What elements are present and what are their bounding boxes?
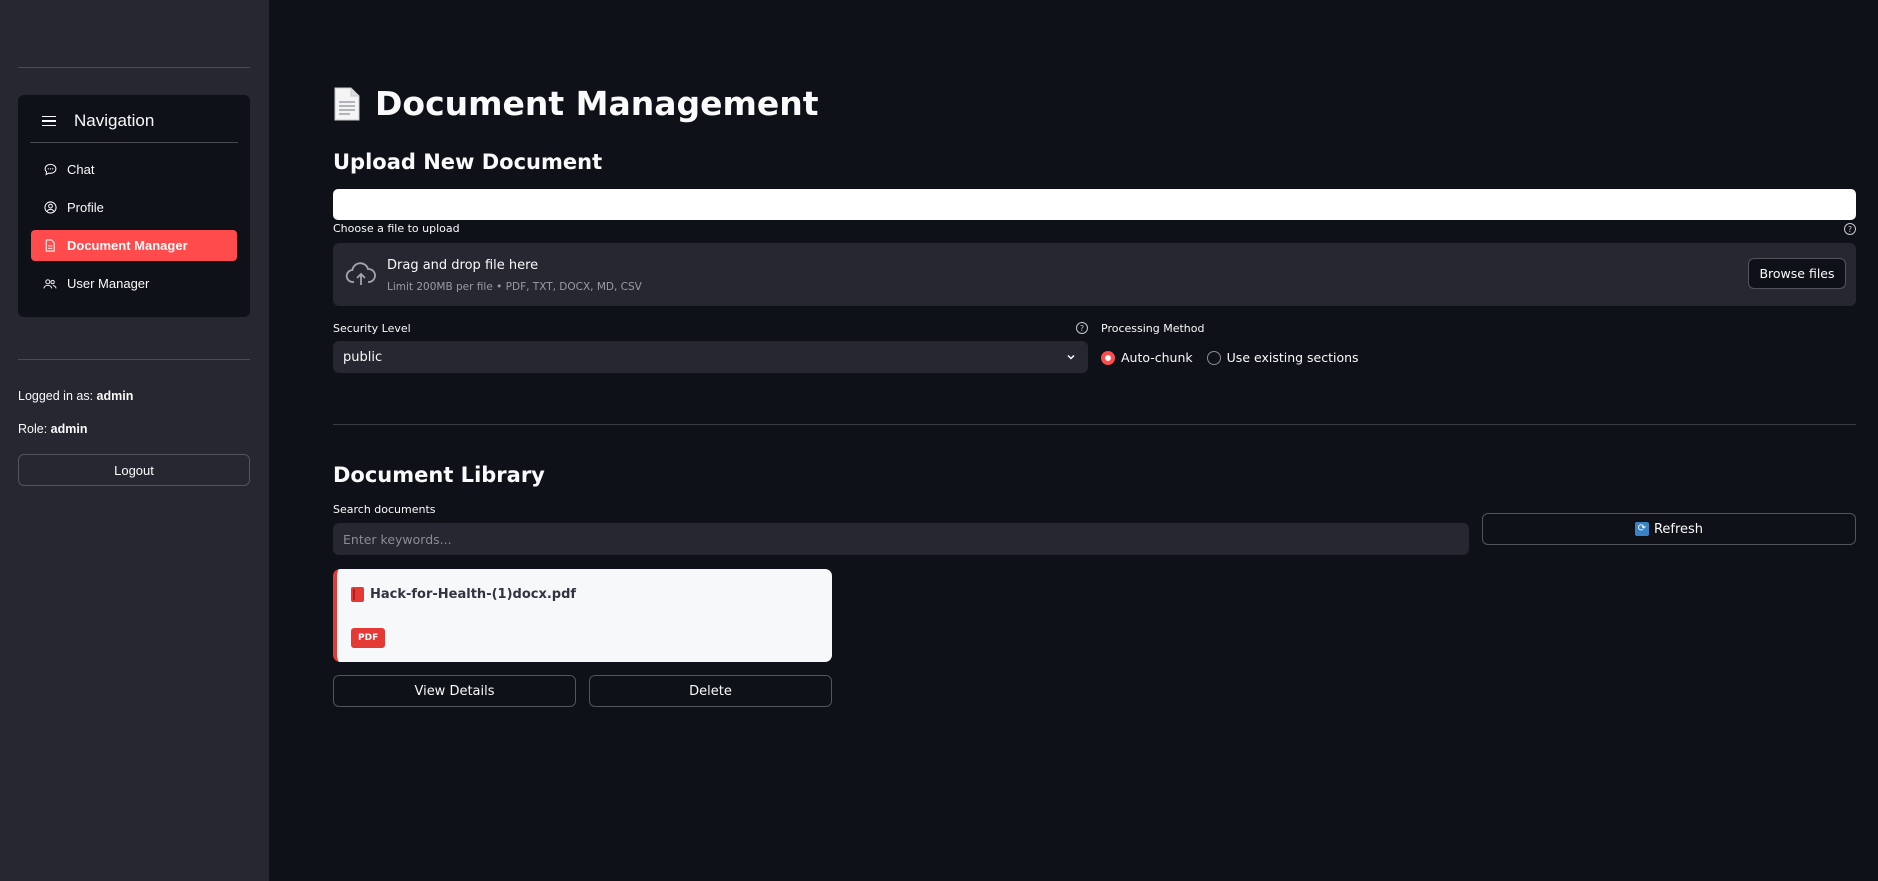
processing-method-radio-group: Auto-chunk Use existing sections: [1101, 350, 1359, 365]
upload-heading: Upload New Document: [333, 150, 603, 174]
logout-button[interactable]: Logout: [18, 454, 250, 486]
document-name: Hack-for-Health-(1)docx.pdf: [351, 587, 576, 602]
radio-use-existing-sections[interactable]: [1206, 350, 1221, 365]
role-info: Role: admin: [18, 422, 87, 436]
navigation-title: Navigation: [74, 111, 155, 130]
sidebar-item-label: Chat: [67, 162, 95, 177]
dropzone-title: Drag and drop file here: [387, 258, 539, 273]
sidebar: Navigation Chat Profile Document Manager: [0, 0, 269, 881]
main-content: Document Management Upload New Document …: [269, 0, 1878, 881]
refresh-label: Refresh: [1653, 521, 1704, 537]
security-level-select[interactable]: public: [333, 341, 1088, 373]
page-title-text: Document Management: [375, 84, 819, 123]
logged-in-info: Logged in as: admin: [18, 389, 133, 403]
sidebar-item-user-manager[interactable]: User Manager: [31, 268, 237, 299]
sidebar-divider-bottom: [18, 359, 250, 360]
chat-bubble-icon: [43, 163, 57, 177]
help-icon[interactable]: ?: [1844, 223, 1856, 235]
document-name-text: Hack-for-Health-(1)docx.pdf: [370, 587, 577, 602]
processing-method-label: Processing Method: [1101, 322, 1205, 335]
view-details-button[interactable]: View Details: [333, 675, 576, 707]
cloud-upload-icon: [345, 259, 377, 291]
refresh-icon: ⟳: [1634, 522, 1649, 536]
chevron-down-icon: [1066, 351, 1076, 361]
role-value: admin: [50, 422, 88, 436]
browse-files-button[interactable]: Browse files: [1748, 258, 1846, 289]
radio-label: Auto-chunk: [1121, 350, 1193, 365]
radio-auto-chunk[interactable]: [1101, 350, 1115, 365]
radio-label: Use existing sections: [1226, 350, 1359, 365]
logged-in-username: admin: [96, 389, 134, 403]
upload-banner-bar: [333, 189, 1856, 220]
sidebar-item-label: Profile: [67, 200, 104, 215]
security-level-label: Security Level: [333, 322, 411, 335]
library-heading: Document Library: [333, 463, 545, 487]
sidebar-item-document-manager[interactable]: Document Manager: [31, 230, 237, 261]
logged-in-prefix: Logged in as:: [18, 389, 94, 403]
file-upload-label: Choose a file to upload: [333, 222, 460, 235]
security-level-value: public: [343, 349, 383, 365]
page-title: Document Management: [333, 84, 819, 123]
sidebar-item-label: Document Manager: [67, 238, 188, 253]
document-card: Hack-for-Health-(1)docx.pdf PDF: [333, 569, 832, 662]
sidebar-divider-top: [18, 67, 250, 68]
user-circle-icon: [43, 201, 57, 215]
sidebar-item-profile[interactable]: Profile: [31, 192, 237, 223]
document-emoji-icon: [333, 86, 361, 122]
hamburger-icon[interactable]: [42, 115, 56, 127]
file-dropzone[interactable]: Drag and drop file here Limit 200MB per …: [333, 243, 1856, 306]
sidebar-item-label: User Manager: [67, 276, 150, 291]
navigation-divider: [30, 142, 238, 143]
red-book-icon: [351, 587, 364, 602]
help-icon[interactable]: ?: [1076, 322, 1088, 334]
file-type-badge: PDF: [351, 628, 386, 648]
users-icon: [43, 277, 57, 291]
search-documents-label: Search documents: [333, 503, 436, 516]
document-icon: [43, 239, 57, 253]
navigation-header: Navigation: [42, 107, 154, 135]
section-divider: [333, 424, 1856, 425]
role-prefix: Role:: [18, 422, 48, 436]
delete-button[interactable]: Delete: [589, 675, 832, 707]
refresh-button[interactable]: ⟳ Refresh: [1482, 513, 1856, 545]
sidebar-item-chat[interactable]: Chat: [31, 154, 237, 185]
dropzone-limit-text: Limit 200MB per file • PDF, TXT, DOCX, M…: [387, 281, 642, 293]
search-input[interactable]: [333, 523, 1469, 555]
navigation-menu: Navigation Chat Profile Document Manager: [18, 95, 250, 317]
